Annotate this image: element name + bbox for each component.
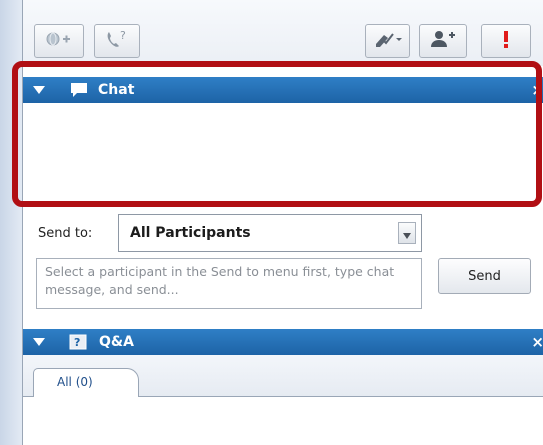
alert-button[interactable] xyxy=(481,24,531,58)
toolbar: ? xyxy=(23,0,543,66)
background-left xyxy=(0,0,22,445)
collapse-arrow-icon[interactable] xyxy=(33,338,45,346)
dropdown-button[interactable] xyxy=(398,222,416,244)
phone-question-icon: ? xyxy=(104,29,130,53)
qa-list-area xyxy=(23,397,543,445)
exclamation-icon xyxy=(501,29,511,53)
call-help-button[interactable]: ? xyxy=(94,24,140,58)
tab-all-label: All (0) xyxy=(57,375,93,389)
send-to-label: Send to: xyxy=(38,226,93,241)
send-to-select[interactable]: All Participants xyxy=(118,214,422,252)
question-icon: ? xyxy=(69,334,87,354)
qa-tab-strip: All (0) xyxy=(23,355,543,398)
status-button[interactable] xyxy=(34,24,84,58)
chat-bubble-icon xyxy=(69,82,89,102)
collapse-arrow-icon[interactable] xyxy=(33,86,45,94)
add-participant-button[interactable] xyxy=(419,24,467,58)
svg-text:?: ? xyxy=(120,29,126,42)
chat-title: Chat xyxy=(98,82,135,98)
annotate-button[interactable] xyxy=(365,24,410,58)
globe-plus-icon xyxy=(45,31,73,51)
qa-title: Q&A xyxy=(99,334,134,350)
pen-check-icon xyxy=(373,30,403,52)
tab-all[interactable]: All (0) xyxy=(33,368,139,398)
chevron-down-icon xyxy=(402,224,412,243)
close-icon[interactable]: × xyxy=(531,81,543,99)
person-plus-icon xyxy=(430,30,456,52)
chat-messages-area xyxy=(23,103,543,199)
qa-header[interactable]: ? Q&A × xyxy=(23,329,543,355)
participant-panel: ? Chat × Send to: All Participants Selec… xyxy=(22,0,543,445)
chat-header[interactable]: Chat × xyxy=(23,77,543,103)
send-button[interactable]: Send xyxy=(438,258,531,294)
svg-text:?: ? xyxy=(74,336,80,349)
chat-message-input[interactable]: Select a participant in the Send to menu… xyxy=(36,258,422,309)
send-to-value: All Participants xyxy=(130,225,251,241)
close-icon[interactable]: × xyxy=(531,333,543,351)
